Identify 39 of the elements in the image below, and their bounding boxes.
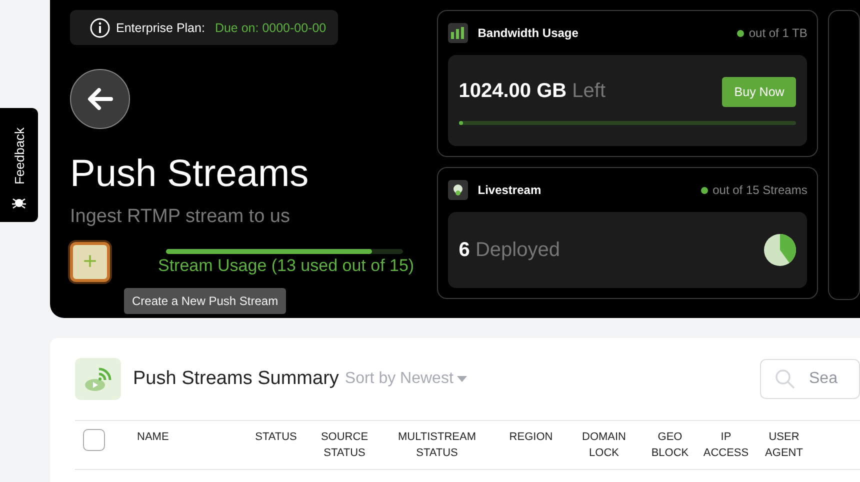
card-title: Livestream bbox=[478, 183, 542, 197]
search-field[interactable]: Sea bbox=[760, 359, 860, 399]
due-date: Due on: 0000-00-00 bbox=[214, 20, 326, 34]
cloud-icon bbox=[448, 180, 468, 200]
column-header: USER AGENT bbox=[765, 430, 803, 461]
legend-label: out of 15 Streams bbox=[712, 183, 808, 197]
cloud-signal-icon bbox=[75, 358, 121, 400]
search-icon bbox=[775, 369, 795, 389]
select-all-checkbox[interactable] bbox=[83, 429, 105, 451]
column-header: NAME bbox=[137, 430, 169, 445]
tooltip: Create a New Push Stream bbox=[124, 288, 286, 314]
page-title: Push Streams bbox=[70, 152, 310, 196]
deployed-value: 6 Deployed bbox=[458, 238, 560, 262]
add-button[interactable]: + bbox=[70, 242, 110, 282]
column-header: DOMAIN LOCK bbox=[582, 430, 626, 461]
info-icon bbox=[90, 18, 110, 38]
legend-dot bbox=[736, 30, 744, 36]
column-header: REGION bbox=[509, 430, 553, 445]
bar-chart-icon bbox=[448, 23, 468, 43]
column-header: MULTISTREAM STATUS bbox=[398, 430, 476, 461]
bug-icon bbox=[12, 197, 26, 209]
pie-chart-icon bbox=[764, 234, 796, 266]
column-header: SOURCE STATUS bbox=[320, 430, 368, 461]
plan-label: Enterprise Plan: bbox=[116, 20, 205, 34]
page-subtitle: Ingest RTMP stream to us bbox=[70, 206, 291, 228]
feedback-tab[interactable]: Feedback bbox=[0, 108, 38, 222]
column-header: STATUS bbox=[255, 430, 297, 445]
stream-usage-label: Stream Usage (13 used out of 15) bbox=[157, 256, 414, 276]
sort-dropdown[interactable]: Sort by Newest bbox=[344, 370, 468, 388]
buy-now-button[interactable]: Buy Now bbox=[722, 76, 796, 106]
column-header: GEO BLOCK bbox=[651, 430, 689, 461]
summary-title: Push Streams Summary bbox=[133, 368, 339, 390]
caret-icon bbox=[457, 376, 468, 382]
bandwidth-value: 1024.00 GB Left bbox=[458, 80, 606, 103]
column-header: IP ACCESS bbox=[703, 430, 749, 461]
card-title: Bandwidth Usage bbox=[478, 26, 580, 40]
legend-dot bbox=[700, 186, 708, 194]
legend-label: out of 1 TB bbox=[748, 26, 808, 40]
left-arrow-icon bbox=[87, 88, 113, 110]
